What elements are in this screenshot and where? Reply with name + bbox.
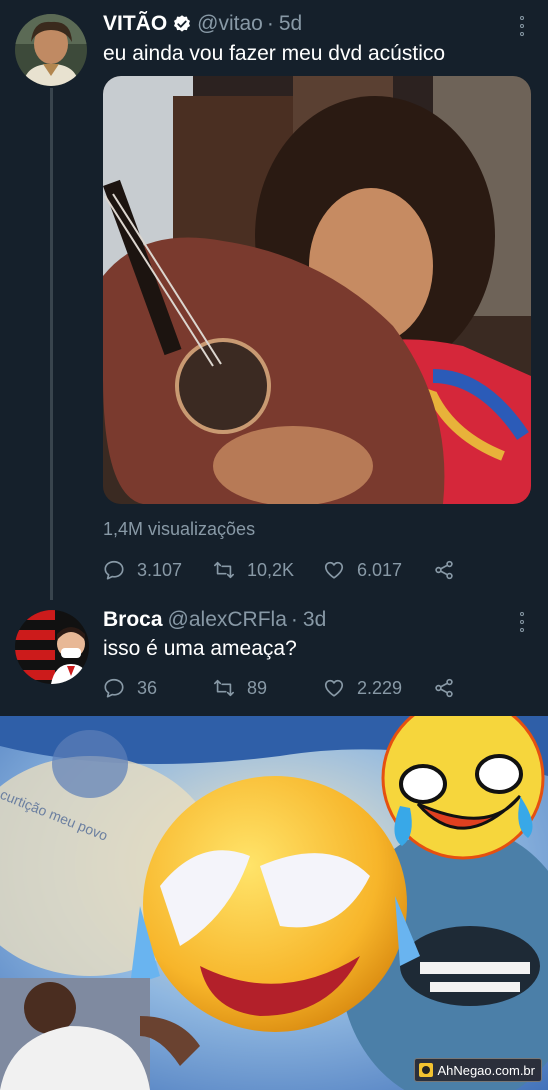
verified-badge-icon <box>174 15 191 32</box>
meme-image: AhNegao.com.br <box>0 716 548 1090</box>
reply-more-options-icon[interactable] <box>512 610 532 634</box>
reply-time[interactable]: 3d <box>303 608 326 632</box>
retweet-button[interactable]: 10,2K <box>213 556 294 584</box>
reply-retweet-button[interactable]: 89 <box>213 674 267 702</box>
meme-illustration <box>0 716 548 1090</box>
reply-reply-button[interactable]: 36 <box>103 674 157 702</box>
avatar-vitao-image <box>15 14 87 86</box>
reply-icon <box>104 678 124 698</box>
retweet-icon <box>214 561 234 579</box>
tweet-header: VITÃO @vitao · 5d <box>103 12 302 36</box>
tweet-video[interactable] <box>103 76 531 504</box>
avatar-broca-image <box>15 610 89 684</box>
author-name[interactable]: VITÃO <box>103 12 167 36</box>
tweet-time[interactable]: 5d <box>279 12 302 36</box>
tweet-reply[interactable]: Broca @alexCRFla · 3d isso é uma ameaça?… <box>0 600 548 716</box>
heart-icon <box>324 561 344 579</box>
tweet-text: eu ainda vou fazer meu dvd acústico <box>103 42 446 65</box>
view-count: 1,4M visualizações <box>103 519 256 539</box>
reply-icon <box>104 560 124 580</box>
like-count: 6.017 <box>357 559 403 580</box>
heart-icon <box>324 679 344 697</box>
tweet-actions: 3.107 10,2K 6.017 <box>103 556 523 584</box>
reply-separator-dot: · <box>290 608 298 631</box>
reply-like-count: 2.229 <box>357 677 403 698</box>
retweet-icon <box>214 679 234 697</box>
watermark: AhNegao.com.br <box>414 1058 542 1082</box>
separator-dot: · <box>266 12 274 35</box>
reply-text: isso é uma ameaça? <box>103 637 297 660</box>
retweet-count: 10,2K <box>247 559 295 580</box>
reply-retweet-count: 89 <box>247 677 268 698</box>
avatar-vitao[interactable] <box>15 14 87 86</box>
more-options-icon[interactable] <box>512 14 532 38</box>
like-button[interactable]: 6.017 <box>323 556 402 584</box>
watermark-text: AhNegao.com.br <box>437 1062 535 1078</box>
reply-reply-count: 36 <box>137 677 158 698</box>
share-icon <box>435 560 453 580</box>
reply-author-name[interactable]: Broca <box>103 608 163 632</box>
reply-button[interactable]: 3.107 <box>103 556 182 584</box>
video-thumbnail <box>103 76 531 504</box>
reply-author-handle[interactable]: @alexCRFla <box>168 608 287 632</box>
reply-actions: 36 89 2.229 <box>103 674 523 702</box>
reply-like-button[interactable]: 2.229 <box>323 674 402 702</box>
share-button[interactable] <box>433 556 467 584</box>
reply-header: Broca @alexCRFla · 3d <box>103 608 326 632</box>
ahnegao-logo-icon <box>419 1063 434 1077</box>
share-icon <box>435 678 453 698</box>
reply-count: 3.107 <box>137 559 183 580</box>
thread-line <box>50 88 53 600</box>
tweet-main[interactable]: VITÃO @vitao · 5d eu ainda vou fazer meu… <box>0 0 548 600</box>
author-handle[interactable]: @vitao <box>197 12 263 36</box>
reply-share-button[interactable] <box>433 674 467 702</box>
avatar-broca[interactable] <box>15 610 89 684</box>
